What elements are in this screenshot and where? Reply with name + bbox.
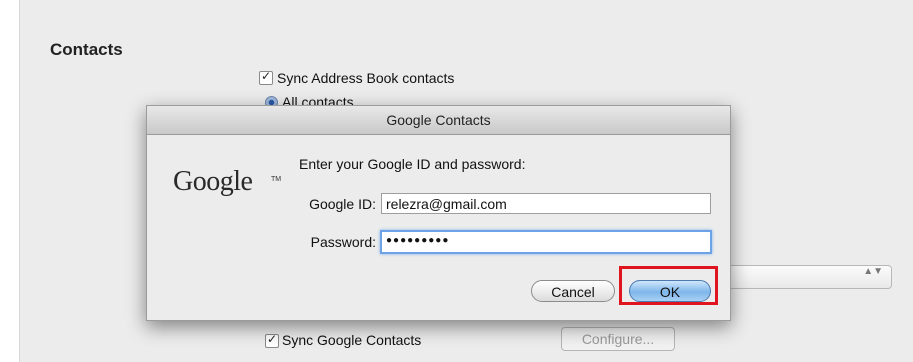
password-label: Password:	[310, 234, 376, 250]
configure-button[interactable]: Configure...	[561, 327, 675, 351]
sync-address-book-label: Sync Address Book contacts	[277, 70, 455, 86]
cancel-button[interactable]: Cancel	[531, 280, 615, 302]
password-field[interactable]: ●●●●●●●●●	[380, 230, 712, 254]
google-logo: Google TM	[173, 166, 281, 206]
google-logo-text: Google	[173, 166, 253, 197]
google-id-label: Google ID:	[309, 196, 376, 212]
google-id-field[interactable]: relezra@gmail.com	[381, 193, 711, 214]
sync-address-book-checkbox[interactable]	[259, 69, 273, 85]
dialog-title: Google Contacts	[386, 112, 491, 128]
dialog-prompt: Enter your Google ID and password:	[299, 156, 526, 172]
select-arrows-icon: ▲▼	[863, 266, 883, 277]
contacts-section-title: Contacts	[50, 40, 123, 59]
sync-google-contacts-checkbox[interactable]	[265, 332, 279, 348]
ok-highlight-box	[619, 266, 718, 305]
dialog-titlebar: Google Contacts	[147, 106, 730, 135]
sync-google-contacts-label: Sync Google Contacts	[282, 332, 422, 348]
google-logo-tm: TM	[271, 176, 282, 183]
